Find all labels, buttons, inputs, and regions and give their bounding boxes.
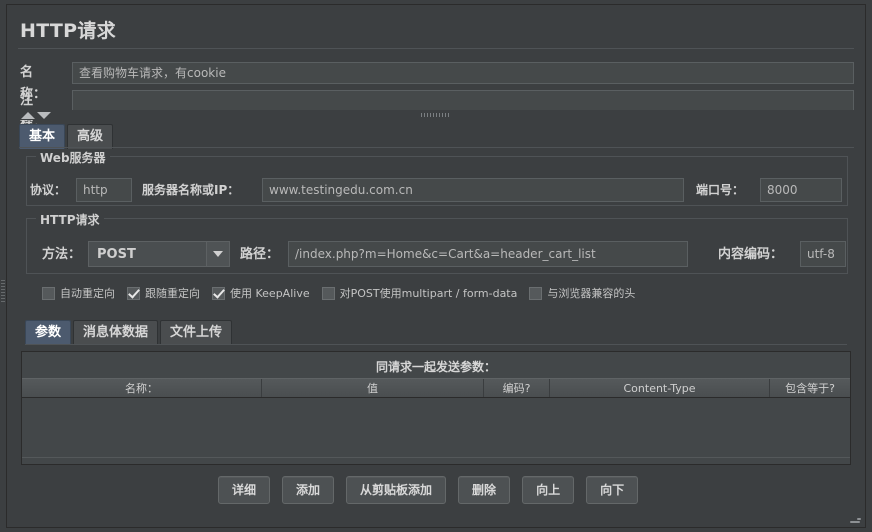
- server-input[interactable]: www.testingedu.com.cn: [262, 178, 684, 202]
- option-follow-redirect[interactable]: 跟随重定向: [127, 285, 200, 301]
- add-button[interactable]: 添加: [282, 476, 335, 504]
- move-up-button[interactable]: 向上: [522, 476, 575, 504]
- detail-button[interactable]: 详细: [218, 476, 271, 504]
- method-select[interactable]: POST: [88, 241, 230, 267]
- method-label: 方法：: [42, 247, 82, 262]
- add-from-clipboard-button[interactable]: 从剪贴板添加: [346, 476, 447, 504]
- name-input[interactable]: 查看购物车请求，有cookie: [72, 62, 854, 84]
- parameters-table: 同请求一起发送参数： 名称： 值 编码? Content-Type 包含等于?: [21, 351, 851, 465]
- tab-body-data[interactable]: 消息体数据: [73, 320, 159, 345]
- request-options-row: 自动重定向 跟随重定向 使用 KeepAlive 对POST使用multipar…: [42, 285, 647, 301]
- table-header-row: 名称： 值 编码? Content-Type 包含等于?: [22, 378, 850, 398]
- checkbox-multipart-icon[interactable]: [321, 286, 335, 300]
- main-tabstrip: 基本 高级: [19, 124, 115, 149]
- path-label: 路径：: [240, 247, 280, 262]
- main-tab-underline: [19, 147, 854, 148]
- option-keepalive[interactable]: 使用 KeepAlive: [212, 285, 310, 301]
- resize-grip-icon[interactable]: [848, 516, 862, 526]
- checkbox-keepalive-icon[interactable]: [212, 286, 225, 300]
- encoding-input[interactable]: utf-8: [800, 241, 846, 267]
- title-divider: [18, 48, 854, 49]
- protocol-input[interactable]: http: [76, 178, 132, 202]
- checkbox-browser-headers-icon[interactable]: [529, 286, 543, 300]
- encoding-label: 内容编码：: [718, 247, 784, 262]
- option-browser-headers[interactable]: 与浏览器兼容的头: [529, 285, 635, 301]
- tab-file-upload[interactable]: 文件上传: [160, 320, 233, 345]
- http-request-panel: HTTP请求 名称： 查看购物车请求，有cookie 注释： 基本 高级 Web…: [0, 0, 872, 532]
- split-dots-icon: [421, 113, 451, 117]
- column-header-value[interactable]: 值: [262, 379, 484, 397]
- page-title: HTTP请求: [20, 20, 116, 42]
- param-tabstrip: 参数 消息体数据 文件上传: [25, 320, 234, 345]
- tab-advanced[interactable]: 高级: [67, 124, 114, 149]
- server-label: 服务器名称或IP：: [142, 183, 240, 197]
- delete-button[interactable]: 删除: [458, 476, 511, 504]
- parameters-table-caption: 同请求一起发送参数：: [375, 360, 496, 374]
- protocol-label: 协议：: [30, 183, 67, 197]
- tab-parameters[interactable]: 参数: [25, 320, 72, 345]
- option-multipart[interactable]: 对POST使用multipart / form-data: [321, 285, 517, 301]
- method-value: POST: [97, 246, 136, 262]
- split-collapse-arrows[interactable]: [21, 112, 51, 119]
- port-label: 端口号：: [696, 183, 745, 197]
- column-header-include-equals[interactable]: 包含等于?: [770, 379, 850, 397]
- tab-basic[interactable]: 基本: [19, 124, 66, 149]
- checkbox-auto-redirect-icon[interactable]: [42, 286, 55, 300]
- param-tab-underline: [25, 344, 847, 345]
- column-header-name[interactable]: 名称：: [22, 379, 262, 397]
- checkbox-follow-redirect-icon[interactable]: [127, 286, 140, 300]
- split-grip-icon: [1, 280, 5, 302]
- http-request-group-title: HTTP请求: [36, 211, 104, 228]
- column-header-content-type[interactable]: Content-Type: [550, 379, 770, 397]
- parameters-action-buttons: 详细 添加 从剪贴板添加 删除 向上 向下: [218, 476, 639, 504]
- option-auto-redirect[interactable]: 自动重定向: [42, 285, 115, 301]
- column-header-encode[interactable]: 编码?: [484, 379, 550, 397]
- path-input[interactable]: /index.php?m=Home&c=Cart&a=header_cart_l…: [288, 241, 688, 267]
- arrow-up-icon[interactable]: [21, 112, 35, 119]
- web-server-group-title: Web服务器: [36, 149, 110, 166]
- arrow-down-icon[interactable]: [37, 112, 51, 119]
- table-body[interactable]: [22, 398, 850, 458]
- chevron-down-icon[interactable]: [206, 242, 229, 266]
- port-input[interactable]: 8000: [760, 178, 842, 202]
- move-down-button[interactable]: 向下: [586, 476, 639, 504]
- horizontal-split-divider[interactable]: [18, 110, 854, 120]
- comment-input[interactable]: [72, 90, 854, 112]
